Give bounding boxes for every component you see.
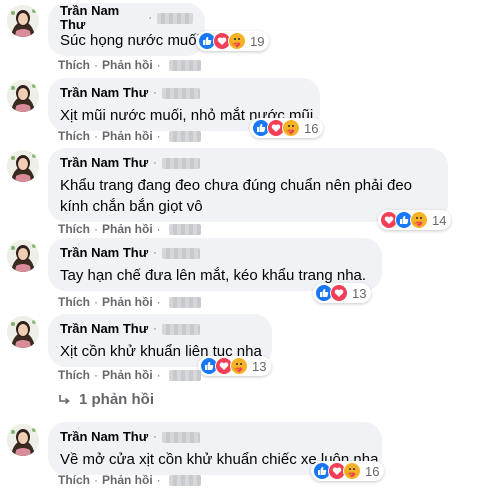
- separator-dot: ·: [153, 247, 157, 259]
- reaction-count: 13: [252, 358, 267, 374]
- comment-actions: Thích · Phản hồi ·: [58, 129, 201, 143]
- separator-dot: ·: [94, 473, 98, 487]
- avatar[interactable]: [7, 5, 39, 37]
- separator-dot: ·: [156, 129, 161, 143]
- reaction-summary[interactable]: 13: [313, 283, 372, 303]
- comment-text: Súc họng nước muối: [60, 32, 200, 49]
- redacted-badge: [157, 12, 193, 24]
- like-action[interactable]: Thích: [58, 222, 90, 236]
- reaction-summary[interactable]: 16: [311, 461, 385, 481]
- avatar[interactable]: [7, 80, 39, 112]
- comment-actions: Thích · Phản hồi ·: [58, 368, 201, 382]
- redacted-badge: [161, 157, 200, 169]
- separator-dot: ·: [94, 368, 98, 382]
- redacted-badge: [161, 431, 200, 443]
- reaction-count: 13: [352, 285, 367, 301]
- reaction-summary[interactable]: 13: [198, 356, 272, 376]
- reaction-count: 19: [250, 33, 265, 49]
- redacted-timestamp: [168, 369, 201, 381]
- like-action[interactable]: Thích: [58, 295, 90, 309]
- comment-actions: Thích · Phản hồi ·: [58, 222, 201, 236]
- reaction-summary[interactable]: 16: [250, 118, 324, 138]
- comment-author[interactable]: Trần Nam Thư: [60, 430, 148, 444]
- view-replies-link[interactable]: 1 phản hồi: [58, 391, 154, 408]
- comment-actions: Thích · Phản hồi ·: [58, 58, 201, 72]
- separator-dot: ·: [153, 157, 157, 169]
- redacted-badge: [161, 247, 200, 259]
- reaction-count: 14: [432, 212, 447, 228]
- separator-dot: ·: [94, 295, 98, 309]
- reply-action[interactable]: Phản hồi: [102, 473, 153, 487]
- reply-action[interactable]: Phản hồi: [102, 222, 153, 236]
- redacted-timestamp: [168, 130, 201, 142]
- reply-action[interactable]: Phản hồi: [102, 58, 153, 72]
- redacted-timestamp: [168, 223, 201, 235]
- reaction-summary[interactable]: 19: [196, 31, 270, 51]
- comment-author[interactable]: Trần Nam Thư: [60, 322, 148, 336]
- separator-dot: ·: [94, 222, 98, 236]
- separator-dot: ·: [153, 431, 157, 443]
- love-reaction-icon: [330, 284, 348, 302]
- separator-dot: ·: [153, 87, 157, 99]
- comment-bubble: Trần Nam Thư · Súc họng nước muối: [48, 3, 205, 56]
- separator-dot: ·: [148, 12, 153, 24]
- comment-author[interactable]: Trần Nam Thư: [60, 4, 143, 32]
- reaction-count: 16: [304, 120, 319, 136]
- redacted-timestamp: [168, 296, 201, 308]
- comment-author[interactable]: Trần Nam Thư: [60, 156, 148, 170]
- reply-action[interactable]: Phản hồi: [102, 295, 153, 309]
- reaction-count: 16: [365, 463, 380, 479]
- reply-arrow-icon: [58, 394, 70, 406]
- care-reaction-icon: [230, 357, 248, 375]
- care-reaction-icon: [282, 119, 300, 137]
- redacted-timestamp: [168, 474, 201, 486]
- separator-dot: ·: [156, 473, 161, 487]
- like-action[interactable]: Thích: [58, 368, 90, 382]
- care-reaction-icon: [343, 462, 361, 480]
- reply-action[interactable]: Phản hồi: [102, 129, 153, 143]
- separator-dot: ·: [156, 222, 161, 236]
- comment-actions: Thích · Phản hồi ·: [58, 295, 201, 309]
- comment-text-line-1: Khẩu trang đang đeo chưa đúng chuẩn nên …: [60, 177, 413, 194]
- redacted-badge: [161, 87, 200, 99]
- comment-author[interactable]: Trần Nam Thư: [60, 86, 148, 100]
- separator-dot: ·: [156, 58, 161, 72]
- view-replies-label: 1 phản hồi: [79, 391, 154, 408]
- reply-action[interactable]: Phản hồi: [102, 368, 153, 382]
- separator-dot: ·: [153, 323, 157, 335]
- redacted-badge: [161, 323, 200, 335]
- like-action[interactable]: Thích: [58, 129, 90, 143]
- separator-dot: ·: [156, 295, 161, 309]
- care-reaction-icon: [410, 211, 428, 229]
- comment-author[interactable]: Trần Nam Thư: [60, 246, 148, 260]
- avatar[interactable]: [7, 424, 39, 456]
- like-action[interactable]: Thích: [58, 58, 90, 72]
- redacted-timestamp: [168, 59, 201, 71]
- care-reaction-icon: [228, 32, 246, 50]
- avatar[interactable]: [7, 240, 39, 272]
- avatar[interactable]: [7, 150, 39, 182]
- reaction-summary[interactable]: 14: [378, 210, 452, 230]
- separator-dot: ·: [94, 129, 98, 143]
- separator-dot: ·: [156, 368, 161, 382]
- like-action[interactable]: Thích: [58, 473, 90, 487]
- comment-actions: Thích · Phản hồi ·: [58, 473, 201, 487]
- separator-dot: ·: [94, 58, 98, 72]
- avatar[interactable]: [7, 316, 39, 348]
